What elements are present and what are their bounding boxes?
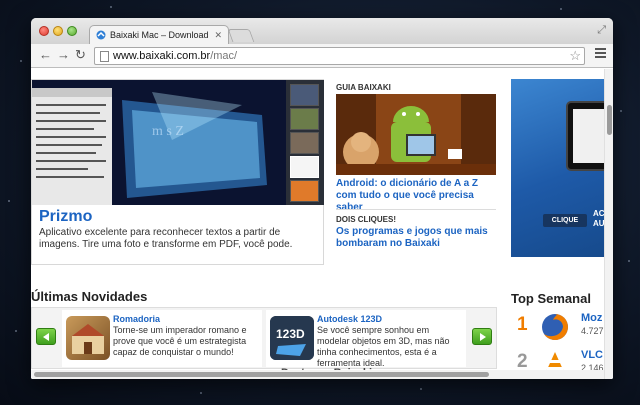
tab-title: Baixaki Mac – Download e (110, 30, 211, 40)
guia-label: GUIA BAIXAKI (336, 83, 391, 92)
top-rank: 1 (517, 314, 528, 335)
tab-close-icon[interactable]: ✕ (214, 30, 222, 41)
url-path: /mac/ (210, 50, 238, 62)
featured-article[interactable]: m s Z Prizmo Aplicativo excelente para r… (31, 79, 324, 265)
featured-description: Aplicativo excelente para reconhecer tex… (39, 227, 293, 250)
vertical-scrollbar[interactable] (604, 69, 613, 379)
featured-title[interactable]: Prizmo (39, 208, 92, 226)
top-item[interactable]: 1 Moz 4.727 (511, 310, 604, 346)
forward-arrow-icon[interactable]: → (57, 48, 70, 62)
novidade-name[interactable]: Romadoria (113, 314, 160, 324)
bookmark-star-icon[interactable]: ☆ (569, 48, 581, 64)
new-tab-button[interactable] (227, 29, 255, 42)
baixaki-favicon-icon (96, 30, 106, 40)
browser-tab[interactable]: Baixaki Mac – Download e ✕ (89, 25, 229, 44)
ad-text: AC AU (593, 209, 604, 228)
address-bar[interactable]: www.baixaki.com.br/mac/ ☆ (94, 47, 585, 65)
arrow-right-icon (480, 333, 486, 341)
browser-window: Baixaki Mac – Download e ✕ ⤢ ← → ↻ www.b… (31, 18, 613, 379)
reload-icon[interactable]: ↻ (75, 48, 86, 62)
svg-text:123D: 123D (276, 327, 305, 341)
novidade-description: Torne-se um imperador romano e prove que… (113, 325, 247, 357)
top-semanal-title: Top Semanal (511, 291, 591, 306)
carousel-next-button[interactable] (472, 328, 492, 345)
dois-cliques-link[interactable]: Os programas e jogos que mais bombaram n… (336, 226, 501, 250)
featured-image[interactable]: m s Z (32, 80, 286, 205)
firefox-icon (542, 314, 568, 340)
back-arrow-icon[interactable]: ← (39, 48, 52, 62)
horizontal-scroll-thumb[interactable] (34, 372, 489, 377)
page-content: m s Z Prizmo Aplicativo excelente para r… (31, 69, 613, 379)
maximize-window-button[interactable] (67, 26, 77, 36)
svg-text:m s Z: m s Z (152, 124, 184, 139)
top-downloads: 4.727 (581, 326, 604, 336)
advertisement-banner[interactable]: CLIQUE AC AU (511, 79, 604, 257)
featured-thumb[interactable] (290, 84, 319, 106)
featured-thumbnails (286, 80, 324, 205)
carousel-prev-button[interactable] (36, 328, 56, 345)
featured-thumb[interactable] (290, 108, 319, 130)
close-window-button[interactable] (39, 26, 49, 36)
title-bar: Baixaki Mac – Download e ✕ ⤢ (31, 18, 613, 44)
vertical-scroll-thumb[interactable] (607, 105, 612, 135)
menu-icon[interactable] (595, 48, 606, 60)
prizmo-screenshot: m s Z (32, 80, 286, 205)
page-icon (100, 51, 109, 62)
novidades-carousel: Romadoria Torne-se um imperador romano e… (31, 307, 497, 369)
novidade-item[interactable]: Romadoria Torne-se um imperador romano e… (62, 310, 262, 367)
android-reading-illustration (336, 94, 496, 175)
novidades-title: Últimas Novidades (31, 289, 148, 304)
featured-thumb[interactable] (290, 180, 319, 202)
minimize-window-button[interactable] (53, 26, 63, 36)
featured-thumb[interactable] (290, 132, 319, 154)
novidade-name[interactable]: Autodesk 123D (317, 314, 382, 324)
guia-image[interactable] (336, 94, 496, 175)
fullscreen-icon[interactable]: ⤢ (597, 24, 606, 37)
ad-clique-button[interactable]: CLIQUE (543, 214, 587, 227)
url-host: www.baixaki.com.br (113, 50, 211, 62)
top-name[interactable]: VLC (581, 349, 603, 361)
autodesk-123d-icon: 123D (270, 316, 314, 360)
featured-thumb-active[interactable] (290, 156, 319, 178)
toolbar: ← → ↻ www.baixaki.com.br/mac/ ☆ (31, 44, 613, 68)
arrow-left-icon (43, 333, 49, 341)
novidade-description: Se você sempre sonhou em modelar objetos… (317, 325, 450, 368)
novidade-item[interactable]: 123D Autodesk 123D Se você sempre sonhou… (266, 310, 466, 368)
romadoria-icon (66, 316, 110, 360)
top-name[interactable]: Moz (581, 312, 602, 324)
horizontal-scrollbar[interactable] (31, 370, 604, 379)
dois-cliques-label: DOIS CLIQUES! (336, 215, 397, 224)
divider (336, 209, 496, 210)
tablet-image (566, 101, 604, 171)
